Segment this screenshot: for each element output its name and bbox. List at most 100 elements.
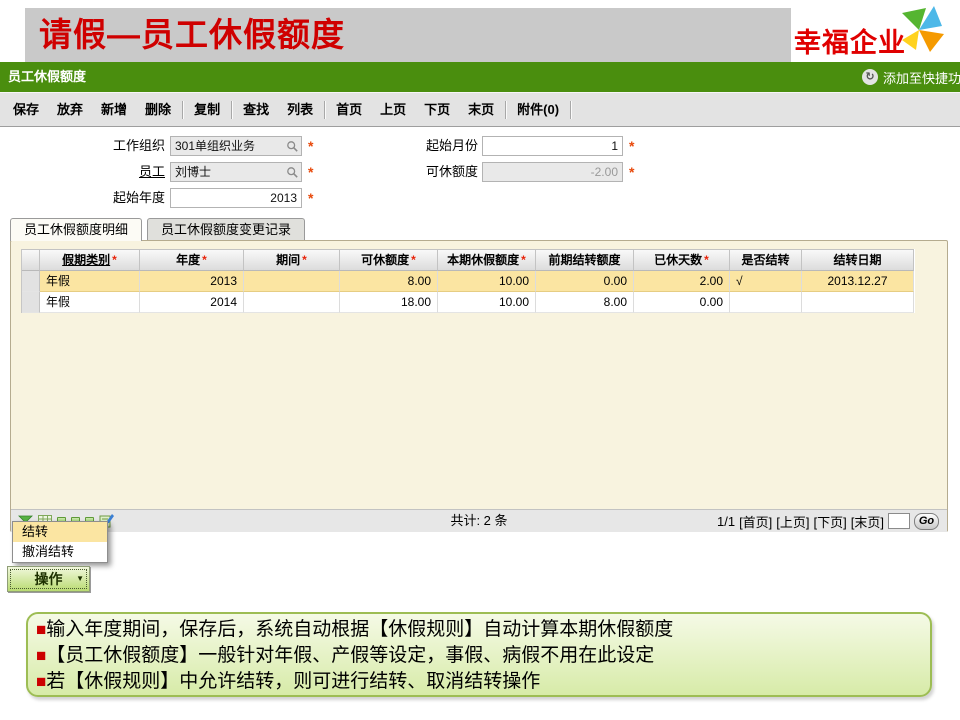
discard-button[interactable]: 放弃 — [48, 93, 92, 126]
cell-period[interactable] — [244, 292, 340, 313]
tab-quota-change-log[interactable]: 员工休假额度变更记录 — [147, 218, 305, 240]
function-title: 员工休假额度 — [8, 62, 86, 92]
page-title: 请假—员工休假额度 — [25, 8, 791, 62]
menu-item-carryover[interactable]: 结转 — [13, 522, 107, 542]
quota-grid: 假期类别* 年度* 期间* 可休额度* 本期休假额度* 前期结转额度 已休天数*… — [21, 249, 915, 313]
required-mark: * — [308, 162, 313, 182]
cell-year[interactable]: 2014 — [140, 292, 244, 313]
app-window: 请假—员工休假额度 幸福企业 员工休假额度 ↻ 添加至快捷功能 保存 放弃 新增… — [0, 0, 960, 720]
cell-is-carried[interactable]: √ — [730, 271, 802, 292]
quota-label: 可休额度 — [340, 162, 478, 182]
note-line: ■若【休假规则】中允许结转，则可进行结转、取消结转操作 — [36, 669, 922, 695]
list-button[interactable]: 列表 — [278, 93, 322, 126]
employee-field[interactable]: 刘博士 — [170, 162, 302, 182]
row-selector[interactable] — [22, 292, 40, 313]
cell-carry-date[interactable]: 2013.12.27 — [802, 271, 914, 292]
tab-bar: 员工休假额度明细 员工休假额度变更记录 — [10, 218, 305, 241]
shortcut-refresh-icon: ↻ — [862, 69, 878, 85]
start-year-label: 起始年度 — [20, 188, 165, 208]
quota-field[interactable]: -2.00 — [482, 162, 623, 182]
attachment-button[interactable]: 附件(0) — [508, 93, 568, 126]
col-header-year[interactable]: 年度* — [140, 249, 244, 271]
grid-panel: 假期类别* 年度* 期间* 可休额度* 本期休假额度* 前期结转额度 已休天数*… — [10, 240, 948, 532]
toolbar-separator — [182, 101, 183, 119]
add-to-shortcut[interactable]: ↻ 添加至快捷功能 — [862, 62, 960, 92]
cell-available[interactable]: 18.00 — [340, 292, 438, 313]
pager-last[interactable]: [末页] — [851, 512, 884, 531]
start-year-input[interactable]: 2013 — [170, 188, 302, 208]
copy-button[interactable]: 复制 — [185, 93, 229, 126]
col-header-leave-type[interactable]: 假期类别* — [40, 249, 140, 271]
page-indicator: 1/1 — [717, 514, 735, 529]
col-header-is-carried[interactable]: 是否结转 — [730, 249, 802, 271]
cell-leave-type[interactable]: 年假 — [40, 271, 140, 292]
required-mark: * — [629, 162, 634, 182]
org-label: 工作组织 — [20, 136, 165, 156]
cell-period[interactable] — [244, 271, 340, 292]
tab-quota-detail[interactable]: 员工休假额度明细 — [10, 218, 142, 241]
add-to-shortcut-label: 添加至快捷功能 — [883, 68, 960, 87]
row-selector[interactable] — [22, 271, 40, 292]
pager-prev[interactable]: [上页] — [776, 512, 809, 531]
cell-year[interactable]: 2013 — [140, 271, 244, 292]
cell-available[interactable]: 8.00 — [340, 271, 438, 292]
menu-item-cancel-carryover[interactable]: 撤消结转 — [13, 542, 107, 562]
cell-is-carried[interactable] — [730, 292, 802, 313]
cell-leave-type[interactable]: 年假 — [40, 292, 140, 313]
prev-page-button[interactable]: 上页 — [371, 93, 415, 126]
col-header-carryover-date[interactable]: 结转日期 — [802, 249, 914, 271]
save-button[interactable]: 保存 — [4, 93, 48, 126]
start-month-label: 起始月份 — [340, 136, 478, 156]
row-selector-header — [22, 249, 40, 271]
toolbar-separator — [324, 101, 325, 119]
col-header-current-quota[interactable]: 本期休假额度* — [438, 249, 536, 271]
col-header-carryover-quota[interactable]: 前期结转额度 — [536, 249, 634, 271]
cell-days-taken[interactable]: 2.00 — [634, 271, 730, 292]
action-button[interactable]: 操作 ▼ — [7, 566, 90, 592]
cell-carryover[interactable]: 0.00 — [536, 271, 634, 292]
cell-carryover[interactable]: 8.00 — [536, 292, 634, 313]
toolbar-separator — [231, 101, 232, 119]
brand-logo: 幸福企业 — [788, 2, 948, 62]
cell-carry-date[interactable] — [802, 292, 914, 313]
bullet-icon: ■ — [36, 620, 46, 639]
page-number-input[interactable] — [888, 513, 910, 529]
toolbar: 保存 放弃 新增 删除 复制 查找 列表 首页 上页 下页 末页 附件(0) — [0, 92, 960, 127]
magnifier-icon[interactable] — [286, 166, 299, 179]
grid-header-row: 假期类别* 年度* 期间* 可休额度* 本期休假额度* 前期结转额度 已休天数*… — [22, 249, 915, 271]
cell-days-taken[interactable]: 0.00 — [634, 292, 730, 313]
required-mark: * — [308, 136, 313, 156]
bullet-icon: ■ — [36, 672, 46, 691]
col-header-days-taken[interactable]: 已休天数* — [634, 249, 730, 271]
employee-label[interactable]: 员工 — [20, 162, 165, 182]
last-page-button[interactable]: 末页 — [459, 93, 503, 126]
table-row[interactable]: 年假 2013 8.00 10.00 0.00 2.00 √ 2013.12.2… — [22, 271, 915, 292]
find-button[interactable]: 查找 — [234, 93, 278, 126]
go-button[interactable]: Go — [914, 513, 939, 530]
grid-footer: 共计: 2 条 1/1 [首页] [上页] [下页] [末页] Go — [11, 509, 947, 532]
col-header-period[interactable]: 期间* — [244, 249, 340, 271]
pager-next[interactable]: [下页] — [814, 512, 847, 531]
delete-button[interactable]: 删除 — [136, 93, 180, 126]
col-header-available-quota[interactable]: 可休额度* — [340, 249, 438, 271]
brand-logo-text: 幸福企业 — [794, 21, 906, 60]
action-context-menu: 结转 撤消结转 — [12, 521, 108, 563]
add-button[interactable]: 新增 — [92, 93, 136, 126]
note-line: ■输入年度期间，保存后，系统自动根据【休假规则】自动计算本期休假额度 — [36, 617, 922, 643]
pager-first[interactable]: [首页] — [739, 512, 772, 531]
magnifier-icon[interactable] — [286, 140, 299, 153]
slide-title-banner: 请假—员工休假额度 — [25, 8, 791, 62]
table-row[interactable]: 年假 2014 18.00 10.00 8.00 0.00 — [22, 292, 915, 313]
org-field[interactable]: 301单组织业务 — [170, 136, 302, 156]
required-mark: * — [629, 136, 634, 156]
first-page-button[interactable]: 首页 — [327, 93, 371, 126]
chevron-down-icon: ▼ — [76, 567, 84, 591]
function-title-bar: 员工休假额度 ↻ 添加至快捷功能 — [0, 62, 960, 92]
required-mark: * — [308, 188, 313, 208]
toolbar-separator — [505, 101, 506, 119]
next-page-button[interactable]: 下页 — [415, 93, 459, 126]
bullet-icon: ■ — [36, 646, 46, 665]
cell-current[interactable]: 10.00 — [438, 292, 536, 313]
start-month-input[interactable]: 1 — [482, 136, 623, 156]
cell-current[interactable]: 10.00 — [438, 271, 536, 292]
